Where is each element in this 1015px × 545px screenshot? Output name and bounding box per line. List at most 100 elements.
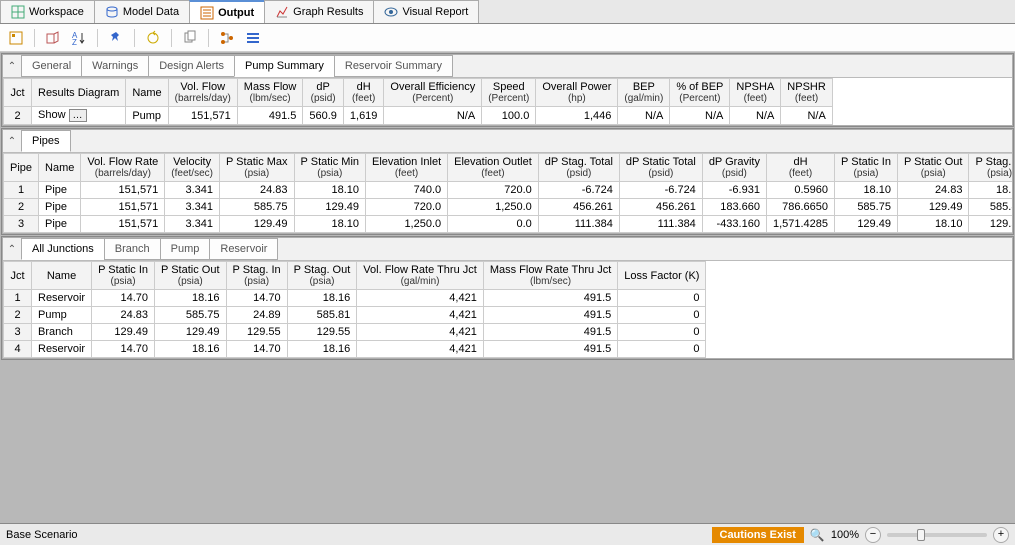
col-elev-out[interactable]: Elevation Outlet(feet) (448, 154, 539, 182)
copy-icon[interactable] (180, 28, 200, 48)
transfer-icon[interactable] (43, 28, 63, 48)
table-row[interactable]: 3Branch129.49129.49129.55129.554,421491.… (4, 324, 706, 341)
show-diagram-button[interactable]: … (69, 109, 87, 122)
tab-all-junctions[interactable]: All Junctions (21, 238, 105, 260)
list-icon[interactable] (243, 28, 263, 48)
col-elev-in[interactable]: Elevation Inlet(feet) (366, 154, 448, 182)
col-speed[interactable]: Speed(Percent) (482, 79, 536, 107)
col-jct[interactable]: Jct (4, 79, 32, 107)
col-pstagout[interactable]: P Stag. Out(psia) (287, 262, 357, 290)
col-name[interactable]: Name (126, 79, 168, 107)
separator (97, 29, 98, 47)
separator (171, 29, 172, 47)
tab-graph-results[interactable]: Graph Results (264, 0, 374, 23)
col-vfr[interactable]: Vol. Flow Rate Thru Jct(gal/min) (357, 262, 484, 290)
col-pipe[interactable]: Pipe (4, 154, 39, 182)
tab-label: Model Data (123, 6, 179, 18)
col-mass-flow[interactable]: Mass Flow(lbm/sec) (237, 79, 303, 107)
col-overall-eff[interactable]: Overall Efficiency(Percent) (384, 79, 482, 107)
zoom-value: 100% (831, 529, 859, 541)
tab-pump[interactable]: Pump (160, 238, 211, 260)
col-dpstag[interactable]: dP Stag. Total(psid) (538, 154, 619, 182)
tab-output[interactable]: Output (189, 0, 265, 23)
zoom-slider[interactable] (887, 533, 987, 537)
magnifier-icon[interactable]: 🔍 (810, 528, 825, 542)
col-mfr[interactable]: Mass Flow Rate Thru Jct(lbm/sec) (483, 262, 617, 290)
col-pct-bep[interactable]: % of BEP(Percent) (670, 79, 730, 107)
col-bep[interactable]: BEP(gal/min) (618, 79, 670, 107)
col-dpgrav[interactable]: dP Gravity(psid) (702, 154, 766, 182)
sort-icon[interactable]: AZ (69, 28, 89, 48)
table-row[interactable]: 1Pipe151,5713.34124.8318.10740.0720.0-6.… (4, 182, 1013, 199)
col-psout[interactable]: P Static Out(psia) (897, 154, 969, 182)
col-pstagin[interactable]: P Stag. In(psia) (226, 262, 287, 290)
tab-design-alerts[interactable]: Design Alerts (148, 55, 235, 77)
cautions-badge[interactable]: Cautions Exist (712, 527, 804, 543)
col-dh[interactable]: dH(feet) (343, 79, 384, 107)
slider-thumb[interactable] (917, 529, 925, 541)
tab-label: Graph Results (293, 6, 363, 18)
junctions-table: Jct Name P Static In(psia) P Static Out(… (3, 261, 706, 358)
col-dh[interactable]: dH(feet) (766, 154, 834, 182)
output-toolbar: AZ (0, 24, 1015, 52)
col-psin[interactable]: P Static In(psia) (92, 262, 155, 290)
col-name[interactable]: Name (39, 154, 81, 182)
col-name[interactable]: Name (32, 262, 92, 290)
col-psmax[interactable]: P Static Max(psia) (219, 154, 294, 182)
table-row[interactable]: 2Pipe151,5713.341585.75129.49720.01,250.… (4, 199, 1013, 216)
tab-pipes[interactable]: Pipes (21, 130, 71, 152)
tab-general[interactable]: General (21, 55, 82, 77)
collapse-icon[interactable]: ⌃ (3, 55, 21, 77)
pin-icon[interactable] (106, 28, 126, 48)
options-icon[interactable] (6, 28, 26, 48)
output-icon (200, 6, 214, 20)
col-loss[interactable]: Loss Factor (K) (618, 262, 706, 290)
svg-text:Z: Z (72, 38, 77, 46)
col-results-diagram[interactable]: Results Diagram (32, 79, 126, 107)
tab-label: Workspace (29, 6, 84, 18)
col-psout[interactable]: P Static Out(psia) (155, 262, 227, 290)
table-row[interactable]: 2Pump24.83585.7524.89585.814,421491.50 (4, 307, 706, 324)
panel-pipes: ⌃ Pipes Pipe Name Vol. Flow Rate(barrels… (1, 128, 1014, 235)
workspace-icon (11, 5, 25, 19)
tab-label: Output (218, 7, 254, 19)
status-bar: Base Scenario Cautions Exist 🔍 100% − + (0, 523, 1015, 545)
refresh-icon[interactable] (143, 28, 163, 48)
col-velocity[interactable]: Velocity(feet/sec) (165, 154, 220, 182)
tree-icon[interactable] (217, 28, 237, 48)
col-pstagin[interactable]: P Stag. In(psia) (969, 154, 1012, 182)
col-jct[interactable]: Jct (4, 262, 32, 290)
content-area: ⌃ General Warnings Design Alerts Pump Su… (0, 52, 1015, 523)
tab-workspace[interactable]: Workspace (0, 0, 95, 23)
pump-summary-table: Jct Results Diagram Name Vol. Flow(barre… (3, 78, 833, 125)
col-overall-power[interactable]: Overall Power(hp) (536, 79, 618, 107)
tab-visual-report[interactable]: Visual Report (373, 0, 479, 23)
col-psin[interactable]: P Static In(psia) (835, 154, 898, 182)
col-npsha[interactable]: NPSHA(feet) (730, 79, 781, 107)
tab-reservoir-summary[interactable]: Reservoir Summary (334, 55, 453, 77)
tab-model-data[interactable]: Model Data (94, 0, 190, 23)
col-dp[interactable]: dP(psid) (303, 79, 344, 107)
model-data-icon (105, 5, 119, 19)
zoom-in-button[interactable]: + (993, 527, 1009, 543)
zoom-out-button[interactable]: − (865, 527, 881, 543)
table-row[interactable]: 2 Show… Pump 151,571 491.5 560.9 1,619 N… (4, 107, 833, 125)
tab-branch[interactable]: Branch (104, 238, 161, 260)
separator (34, 29, 35, 47)
tab-warnings[interactable]: Warnings (81, 55, 149, 77)
col-psmin[interactable]: P Static Min(psia) (294, 154, 366, 182)
tab-reservoir[interactable]: Reservoir (209, 238, 278, 260)
collapse-icon[interactable]: ⌃ (3, 238, 21, 260)
pipes-table: Pipe Name Vol. Flow Rate(barrels/day) Ve… (3, 153, 1012, 233)
table-row[interactable]: 4Reservoir14.7018.1614.7018.164,421491.5… (4, 341, 706, 358)
tab-label: Visual Report (402, 6, 468, 18)
col-vol-flow[interactable]: Vol. Flow(barrels/day) (168, 79, 237, 107)
col-dpstatic[interactable]: dP Static Total(psid) (619, 154, 702, 182)
col-npshr[interactable]: NPSHR(feet) (781, 79, 833, 107)
table-row[interactable]: 3Pipe151,5713.341129.4918.101,250.00.011… (4, 216, 1013, 233)
table-row[interactable]: 1Reservoir14.7018.1614.7018.164,421491.5… (4, 290, 706, 307)
tab-pump-summary[interactable]: Pump Summary (234, 55, 335, 77)
col-vfr[interactable]: Vol. Flow Rate(barrels/day) (81, 154, 165, 182)
collapse-icon[interactable]: ⌃ (3, 130, 21, 152)
graph-icon (275, 5, 289, 19)
